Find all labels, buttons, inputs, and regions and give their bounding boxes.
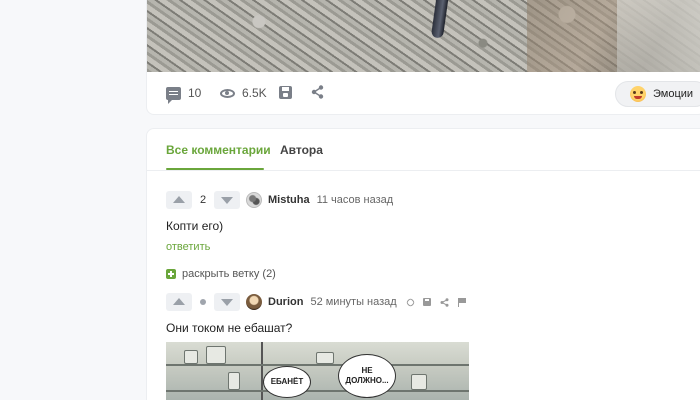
image-detail [316, 352, 334, 364]
upvote-button[interactable] [166, 293, 192, 311]
speech-bubble: ЕБАНЁТ [263, 366, 311, 398]
image-detail [166, 390, 469, 392]
link-icon[interactable] [405, 297, 416, 307]
comment-text: Копти его) [166, 219, 224, 233]
image-detail [411, 374, 427, 390]
save-icon [279, 86, 292, 99]
comment-header: 2 Mistuha 11 часов назад [166, 191, 393, 209]
tab-all-comments[interactable]: Все комментарии [166, 143, 271, 157]
comment-icon [166, 86, 181, 104]
expand-thread-label: раскрыть ветку (2) [182, 268, 276, 280]
comment-tools [405, 297, 466, 307]
flag-icon[interactable] [457, 297, 466, 307]
image-detail [430, 0, 450, 39]
plus-icon [166, 269, 176, 279]
post-actions-bar: 10 6.5K Эмоции [147, 72, 700, 114]
emoji-icon [630, 86, 646, 102]
comment-text: Они током не ебашат? [166, 321, 293, 335]
reply-button[interactable]: ответить [166, 241, 210, 253]
eye-icon [220, 88, 235, 98]
image-detail [617, 0, 700, 72]
active-tab-indicator [166, 168, 264, 170]
emotions-button[interactable]: Эмоции [615, 81, 700, 107]
comments-section: Все комментарии Автора 2 Mistuha 11 часо… [146, 128, 700, 400]
username[interactable]: Durion [268, 296, 303, 308]
views-counter: 6.5K [220, 86, 267, 100]
comment-time[interactable]: 52 минуты назад [310, 296, 396, 308]
downvote-button[interactable] [214, 191, 240, 209]
emotions-label: Эмоции [653, 88, 694, 100]
share-icon[interactable] [440, 297, 449, 307]
image-detail [206, 346, 226, 364]
comment-time[interactable]: 11 часов назад [317, 194, 394, 206]
comment-header: Durion 52 минуты назад [166, 293, 466, 311]
image-detail [184, 350, 198, 364]
upvote-button[interactable] [166, 191, 192, 209]
vote-count: 2 [199, 194, 207, 206]
username[interactable]: Mistuha [268, 194, 310, 206]
image-detail [166, 364, 469, 366]
comment-image[interactable]: ЕБАНЁТ НЕ ДОЛЖНО... [166, 342, 469, 400]
downvote-button[interactable] [214, 293, 240, 311]
save-button[interactable] [279, 86, 292, 99]
share-button[interactable] [311, 85, 324, 99]
views-count: 6.5K [242, 86, 267, 100]
avatar[interactable] [246, 192, 262, 208]
post-image[interactable] [147, 0, 700, 72]
avatar[interactable] [246, 294, 262, 310]
vote-neutral-dot [192, 299, 214, 305]
comments-count: 10 [188, 86, 202, 100]
image-detail [228, 372, 240, 390]
expand-thread-button[interactable]: раскрыть ветку (2) [166, 268, 276, 280]
save-icon[interactable] [422, 298, 431, 306]
post-card: 10 6.5K Эмоции [146, 0, 700, 115]
speech-bubble: НЕ ДОЛЖНО... [338, 354, 396, 398]
share-icon [311, 85, 324, 99]
comments-tabs: Все комментарии Автора [147, 129, 700, 171]
tab-author[interactable]: Автора [280, 143, 323, 157]
comments-button[interactable]: 10 [166, 86, 202, 104]
